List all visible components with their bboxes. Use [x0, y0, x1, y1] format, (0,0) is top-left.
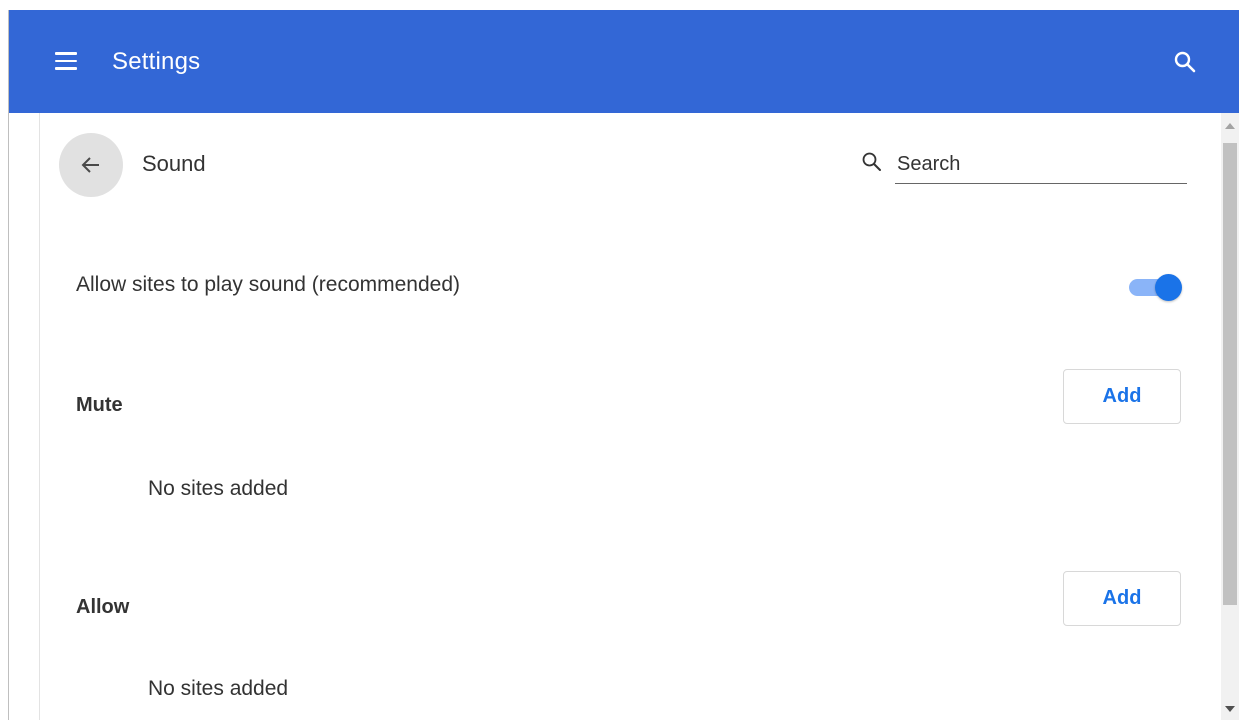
- arrow-back-icon: [81, 157, 99, 173]
- search-field: [861, 145, 1187, 185]
- app-bar: Settings: [9, 10, 1239, 113]
- settings-window: Settings Sound Allow sites to play sound…: [0, 0, 1239, 720]
- back-button[interactable]: [59, 133, 123, 197]
- mute-add-button[interactable]: Add: [1063, 369, 1181, 424]
- search-icon[interactable]: [1173, 50, 1197, 74]
- allow-sound-label: Allow sites to play sound (recommended): [76, 273, 461, 296]
- mute-empty-text: No sites added: [148, 477, 289, 500]
- search-icon: [862, 152, 881, 171]
- hamburger-menu-icon[interactable]: [55, 52, 77, 70]
- scroll-up-arrow-icon[interactable]: [1225, 123, 1235, 129]
- app-title: Settings: [112, 48, 201, 75]
- toggle-knob: [1155, 274, 1182, 301]
- allow-empty-text: No sites added: [148, 677, 289, 700]
- scroll-down-arrow-icon[interactable]: [1225, 706, 1235, 712]
- mute-section-title: Mute: [76, 394, 123, 416]
- window-left-edge: [0, 10, 9, 720]
- allow-sound-toggle[interactable]: [1127, 272, 1183, 302]
- settings-content: Sound Allow sites to play sound (recomme…: [9, 113, 1221, 720]
- vertical-scrollbar[interactable]: [1221, 113, 1239, 720]
- allow-add-button[interactable]: Add: [1063, 571, 1181, 626]
- scroll-thumb[interactable]: [1223, 143, 1237, 605]
- allow-section-title: Allow: [76, 596, 130, 618]
- page-title: Sound: [142, 151, 206, 176]
- search-input[interactable]: [895, 145, 1187, 184]
- window-top-edge: [0, 0, 1239, 10]
- card-divider: [39, 113, 40, 720]
